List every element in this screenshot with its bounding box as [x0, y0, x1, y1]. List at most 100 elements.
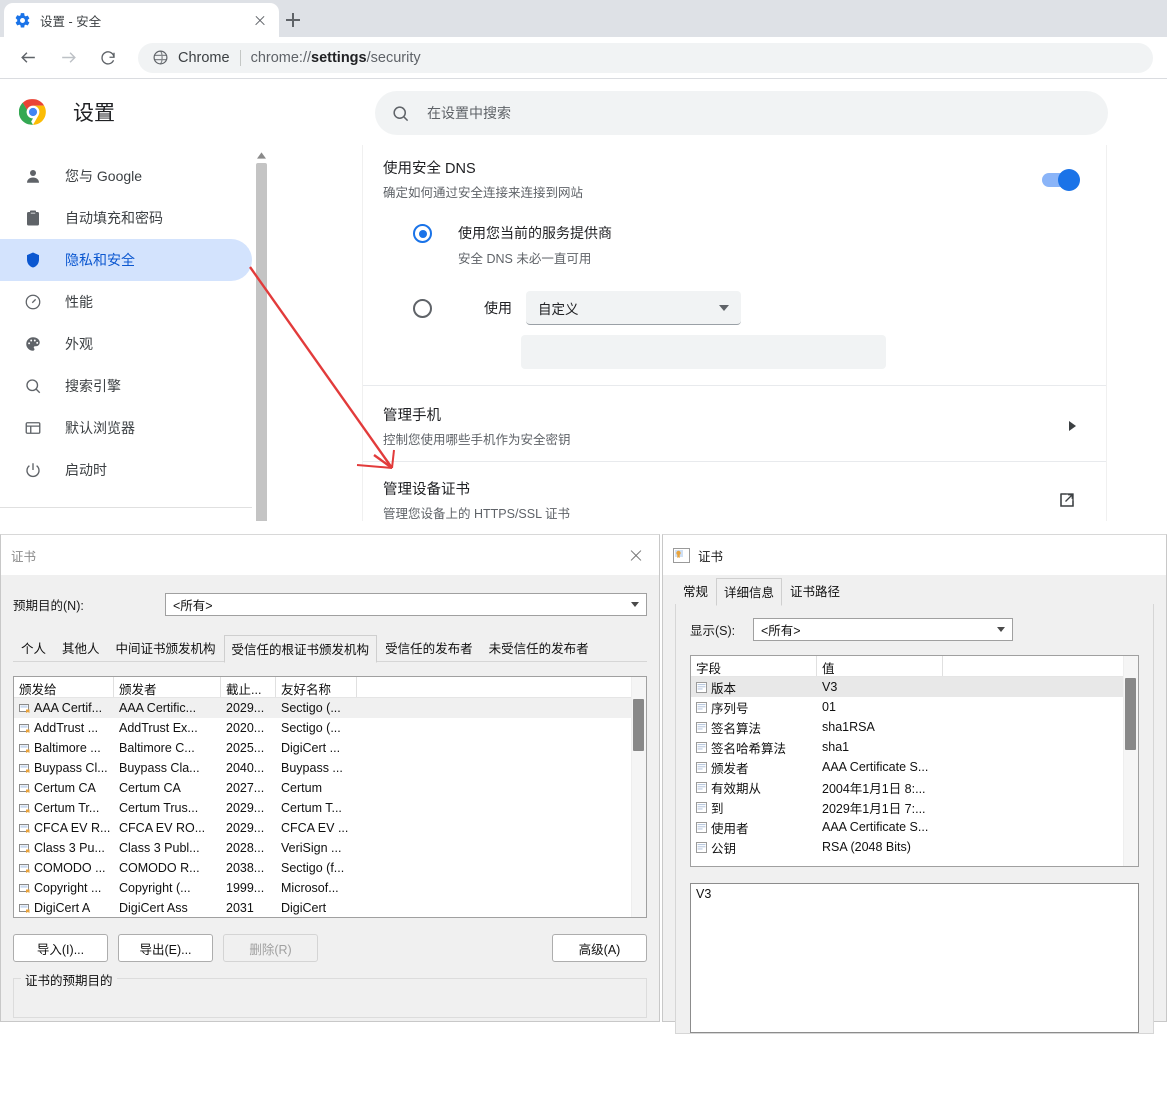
- dns-custom-input[interactable]: [521, 335, 886, 369]
- certificate-details-title: 证书: [698, 549, 724, 564]
- sidebar-item-privacy-security[interactable]: 隐私和安全: [0, 239, 252, 281]
- sidebar-item-default-browser[interactable]: 默认浏览器: [0, 407, 252, 449]
- advanced-button[interactable]: 高级(A): [552, 934, 647, 962]
- table-row[interactable]: 公钥 RSA (2048 Bits): [691, 837, 1138, 857]
- cell-value: sha1: [822, 740, 850, 754]
- sidebar-item-label: 启动时: [65, 462, 107, 478]
- field-icon: [696, 801, 707, 813]
- browser-tab[interactable]: 设置 - 安全: [4, 3, 279, 37]
- close-icon[interactable]: [251, 11, 269, 29]
- forward-arrow-icon[interactable]: [52, 42, 84, 74]
- tab-certification-path[interactable]: 证书路径: [782, 577, 848, 605]
- cell-expiry: 2040...: [226, 761, 265, 775]
- tab-personal[interactable]: 个人: [13, 634, 54, 662]
- tab-details[interactable]: 详细信息: [716, 578, 783, 606]
- sidebar-item-on-startup[interactable]: 启动时: [0, 449, 252, 491]
- table-row[interactable]: DigiCert A DigiCert Ass 2031 DigiCert: [14, 898, 646, 917]
- sidebar-item-label: 您与 Google: [65, 168, 143, 184]
- column-field[interactable]: 字段: [691, 656, 817, 676]
- table-row[interactable]: 版本 V3: [691, 677, 1138, 697]
- cell-friendly-name: Sectigo (...: [281, 701, 341, 715]
- secure-dns-title: 使用安全 DNS: [383, 161, 476, 177]
- certificate-list-scrollbar-thumb[interactable]: [633, 699, 644, 751]
- sidebar-item-you-and-google[interactable]: 您与 Google: [0, 155, 252, 197]
- power-icon: [23, 460, 43, 480]
- radio-button[interactable]: [413, 299, 432, 318]
- show-filter-select[interactable]: <所有>: [753, 618, 1013, 641]
- sidebar-item-performance[interactable]: 性能: [0, 281, 252, 323]
- table-row[interactable]: 使用者 AAA Certificate S...: [691, 817, 1138, 837]
- intended-purpose-select[interactable]: <所有>: [165, 593, 647, 616]
- chrome-logo-icon: [18, 98, 47, 126]
- cell-field: 有效期从: [691, 778, 817, 797]
- close-icon[interactable]: [613, 535, 659, 575]
- back-arrow-icon[interactable]: [12, 42, 44, 74]
- table-row[interactable]: CFCA EV R... CFCA EV RO... 2029... CFCA EV …: [14, 818, 646, 838]
- table-row[interactable]: Buypass Cl... Buypass Cla... 2040... Buypas…: [14, 758, 646, 778]
- section-divider: [363, 461, 1106, 462]
- address-bar[interactable]: Chrome chrome://settings/security: [138, 42, 1153, 73]
- tab-untrusted-publishers[interactable]: 未受信任的发布者: [481, 634, 597, 662]
- cell-expiry: 2029...: [226, 701, 265, 715]
- table-row[interactable]: Class 3 Pu... Class 3 Publ... 2028... VeriS…: [14, 838, 646, 858]
- radio-button[interactable]: [413, 224, 432, 243]
- cell-friendly-name: DigiCert ...: [281, 741, 341, 755]
- settings-scrollbar-thumb[interactable]: [256, 163, 267, 521]
- table-row[interactable]: Copyright ... Copyright (... 1999... Micros…: [14, 878, 646, 898]
- table-row[interactable]: 到 2029年1月1日 7:...: [691, 797, 1138, 817]
- new-tab-button[interactable]: [279, 6, 307, 34]
- dns-option-custom[interactable]: 使用 自定义: [383, 291, 1106, 325]
- tab-general[interactable]: 常规: [675, 577, 716, 605]
- sidebar-item-appearance[interactable]: 外观: [0, 323, 252, 365]
- certificate-fields-list[interactable]: 字段 值 版本 V3 序列号 01 签名算法 sha1RSA 签名哈希算法 sha1 颁发者 AA…: [690, 655, 1139, 867]
- tab-other-people[interactable]: 其他人: [54, 634, 108, 662]
- cell-friendly-name: Sectigo (f...: [281, 861, 345, 875]
- reload-icon[interactable]: [92, 42, 124, 74]
- tab-trusted-publishers[interactable]: 受信任的发布者: [377, 634, 481, 662]
- sidebar-item-label: 默认浏览器: [65, 420, 135, 436]
- settings-sidebar: 您与 Google 自动填充和密码 隐私和安全 性能 外观 搜索引擎 默认浏览器…: [0, 145, 252, 521]
- table-row[interactable]: 颁发者 AAA Certificate S...: [691, 757, 1138, 777]
- table-row[interactable]: 有效期从 2004年1月1日 8:...: [691, 777, 1138, 797]
- table-row[interactable]: COMODO ... COMODO R... 2038... Sectigo (f..…: [14, 858, 646, 878]
- table-row[interactable]: 序列号 01: [691, 697, 1138, 717]
- browser-toolbar: Chrome chrome://settings/security: [0, 37, 1167, 79]
- sidebar-item-autofill-passwords[interactable]: 自动填充和密码: [0, 197, 252, 239]
- import-button[interactable]: 导入(I)...: [13, 934, 108, 962]
- manage-device-certificates-row[interactable]: 管理设备证书 管理您设备上的 HTTPS/SSL 证书: [383, 472, 1106, 521]
- column-issued-by[interactable]: 颁发者: [114, 677, 221, 697]
- sidebar-item-search-engine[interactable]: 搜索引擎: [0, 365, 252, 407]
- table-row[interactable]: Baltimore ... Baltimore C... 2025... DigiCe…: [14, 738, 646, 758]
- dns-option-current-provider[interactable]: 使用您当前的服务提供商 安全 DNS 未必一直可用: [383, 223, 1106, 267]
- scroll-up-arrow-icon[interactable]: [256, 149, 267, 161]
- dns-provider-select[interactable]: 自定义: [526, 291, 741, 325]
- table-row[interactable]: 签名哈希算法 sha1: [691, 737, 1138, 757]
- show-filter-row: 显示(S): <所有>: [690, 618, 1139, 641]
- table-row[interactable]: 签名算法 sha1RSA: [691, 717, 1138, 737]
- settings-search-box[interactable]: 在设置中搜索: [375, 91, 1108, 135]
- column-value[interactable]: 值: [817, 656, 943, 676]
- cell-friendly-name: VeriSign ...: [281, 841, 342, 855]
- table-row[interactable]: Certum CA Certum CA 2027... Certum: [14, 778, 646, 798]
- column-issued-to[interactable]: 颁发给: [14, 677, 114, 697]
- certificate-field-detail-text[interactable]: V3: [690, 883, 1139, 1033]
- intended-purpose-label: 预期目的(N):: [13, 599, 84, 613]
- tab-strip: 设置 - 安全: [0, 0, 1167, 37]
- show-label: 显示(S):: [690, 624, 736, 638]
- manage-phones-row[interactable]: 管理手机 控制您使用哪些手机作为安全密钥: [383, 398, 1106, 454]
- certificate-list[interactable]: 颁发给 颁发者 截止... 友好名称 AAA Certif... AAA Cert…: [13, 676, 647, 918]
- table-row[interactable]: AAA Certif... AAA Certific... 2029... Secti…: [14, 698, 646, 718]
- browser-window-icon: [23, 418, 43, 438]
- secure-dns-toggle[interactable]: [1042, 169, 1080, 191]
- sidebar-item-label: 隐私和安全: [65, 252, 135, 268]
- table-row[interactable]: AddTrust ... AddTrust Ex... 2020... Sectigo…: [14, 718, 646, 738]
- cell-issued-to: DigiCert A: [14, 901, 114, 915]
- column-friendly-name[interactable]: 友好名称: [276, 677, 357, 697]
- tab-intermediate-ca[interactable]: 中间证书颁发机构: [108, 634, 224, 662]
- certificate-icon: [673, 547, 690, 563]
- tab-trusted-root-ca[interactable]: 受信任的根证书颁发机构: [223, 635, 378, 663]
- export-button[interactable]: 导出(E)...: [118, 934, 213, 962]
- table-row[interactable]: Certum Tr... Certum Trus... 2029... Certum …: [14, 798, 646, 818]
- column-expiry[interactable]: 截止...: [221, 677, 276, 697]
- certificate-fields-scrollbar-thumb[interactable]: [1125, 678, 1136, 750]
